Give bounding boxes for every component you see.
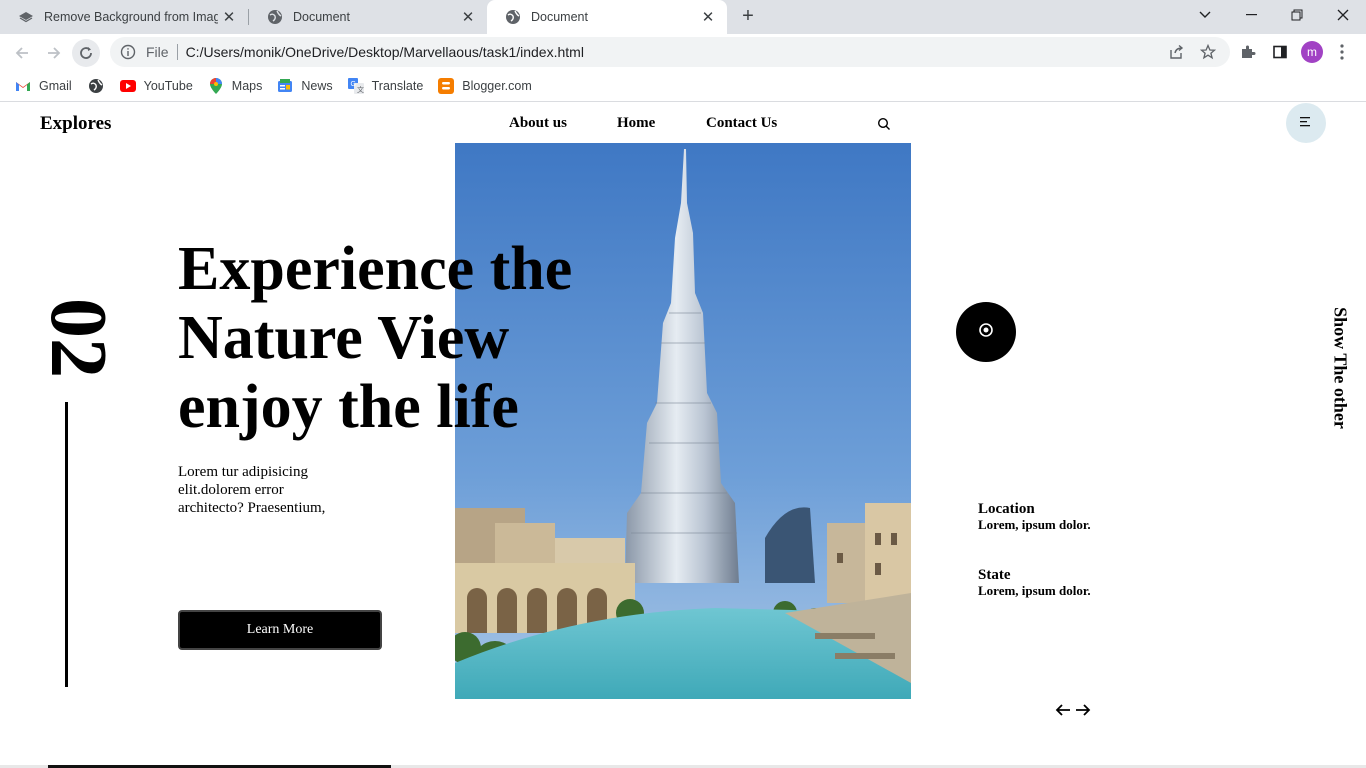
nav-link-about[interactable]: About us	[509, 115, 567, 132]
url-text[interactable]: C:/Users/monik/OneDrive/Desktop/Marvella…	[186, 44, 584, 60]
close-icon[interactable]: ✕	[457, 8, 479, 26]
divider	[176, 44, 178, 60]
view-button[interactable]	[956, 302, 1016, 362]
nav-link-contact[interactable]: Contact Us	[706, 115, 777, 132]
star-icon[interactable]	[1198, 42, 1218, 62]
bookmark-blogger[interactable]: Blogger.com	[438, 78, 532, 94]
hero-description: Lorem tur adipisicing elit.dolorem error…	[178, 464, 326, 516]
bookmark-gmail[interactable]: Gmail	[15, 78, 72, 94]
page-content: Explores About us Home Contact Us 02 Exp…	[0, 103, 1366, 768]
info-icon[interactable]	[120, 44, 136, 60]
bookmark-label: News	[301, 79, 333, 93]
globe-icon	[505, 9, 521, 25]
bookmark-maps[interactable]: Maps	[208, 78, 263, 94]
learn-more-button[interactable]: Learn More	[178, 610, 382, 650]
bookmark-label: Gmail	[39, 79, 72, 93]
new-tab-button[interactable]: +	[737, 5, 759, 27]
arrow-left-icon[interactable]	[1053, 700, 1073, 720]
info-value: Lorem, ipsum dolor.	[978, 517, 1091, 532]
reload-icon[interactable]	[72, 39, 100, 67]
tab-remove-bg[interactable]: Remove Background from Image ✕	[0, 0, 248, 34]
info-label: State	[978, 567, 1011, 583]
site-logo[interactable]: Explores	[40, 113, 111, 135]
blogger-icon	[438, 78, 455, 94]
close-window-icon[interactable]	[1320, 0, 1366, 30]
slider-arrows	[1053, 700, 1093, 720]
forward-icon[interactable]	[40, 39, 68, 67]
eye-icon	[978, 322, 994, 343]
headline-line-3: enjoy the life	[178, 373, 519, 441]
slide-counter: 02	[34, 298, 122, 378]
tab-title: Document	[531, 10, 588, 24]
headline-line-1: Experience the	[178, 235, 573, 303]
restore-icon[interactable]	[1274, 0, 1320, 30]
info-value: Lorem, ipsum dolor.	[978, 583, 1091, 598]
address-bar[interactable]: File C:/Users/monik/OneDrive/Desktop/Mar…	[110, 37, 1230, 67]
bookmark-news[interactable]: News	[277, 78, 333, 94]
youtube-icon	[119, 78, 136, 94]
bookmarks-bar: Gmail YouTube Maps News G文 Translate Blo…	[0, 71, 1366, 102]
bookmark-youtube[interactable]: YouTube	[119, 78, 193, 94]
info-location: Location Lorem, ipsum dolor.	[978, 501, 1091, 533]
profile-avatar[interactable]: m	[1301, 41, 1323, 63]
layers-icon	[18, 9, 34, 25]
menu-button[interactable]	[1286, 103, 1326, 143]
info-label: Location	[978, 501, 1035, 517]
svg-text:G: G	[350, 81, 355, 88]
more-vert-icon[interactable]	[1338, 42, 1346, 62]
tab-document-active[interactable]: Document ✕	[487, 0, 727, 34]
back-icon[interactable]	[8, 39, 36, 67]
tab-strip: Remove Background from Image ✕ Document …	[0, 0, 1366, 34]
headline-line-2: Nature View	[178, 304, 510, 372]
side-vertical-text: Show The other	[1310, 298, 1366, 438]
bookmark-label: Blogger.com	[462, 79, 532, 93]
bookmark-globe[interactable]	[88, 78, 112, 94]
news-icon	[277, 78, 293, 94]
bookmark-label: Maps	[231, 79, 263, 93]
side-text-label: Show The other	[1330, 307, 1351, 429]
gmail-icon	[15, 78, 31, 94]
globe-icon	[88, 78, 104, 94]
info-state: State Lorem, ipsum dolor.	[978, 567, 1091, 599]
arrow-right-icon[interactable]	[1073, 700, 1093, 720]
maps-pin-icon	[208, 78, 224, 94]
bookmark-label: Translate	[371, 79, 424, 93]
bookmark-translate[interactable]: G文 Translate	[347, 78, 424, 94]
menu-icon	[1300, 114, 1312, 132]
side-panel-icon[interactable]	[1270, 42, 1290, 62]
bookmark-label: YouTube	[143, 79, 193, 93]
translate-icon: G文	[347, 78, 364, 94]
tab-search-icon[interactable]	[1182, 0, 1228, 30]
hero-headline: Experience the Nature View enjoy the lif…	[178, 235, 598, 442]
tab-title: Remove Background from Image	[44, 10, 218, 24]
slide-number: 02	[34, 298, 122, 378]
url-scheme: File	[146, 44, 169, 60]
tab-document-1[interactable]: Document ✕	[249, 0, 487, 34]
svg-text:文: 文	[357, 85, 364, 94]
nav-link-home[interactable]: Home	[617, 115, 655, 132]
globe-icon	[267, 9, 283, 25]
close-icon[interactable]: ✕	[218, 8, 240, 26]
close-icon[interactable]: ✕	[697, 8, 719, 26]
browser-toolbar: File C:/Users/monik/OneDrive/Desktop/Mar…	[0, 34, 1366, 71]
search-icon[interactable]	[877, 117, 891, 131]
vertical-divider	[65, 402, 68, 687]
minimize-icon[interactable]	[1228, 0, 1274, 30]
extensions-icon[interactable]	[1238, 42, 1258, 62]
tab-title: Document	[293, 10, 350, 24]
share-icon[interactable]	[1166, 42, 1186, 62]
